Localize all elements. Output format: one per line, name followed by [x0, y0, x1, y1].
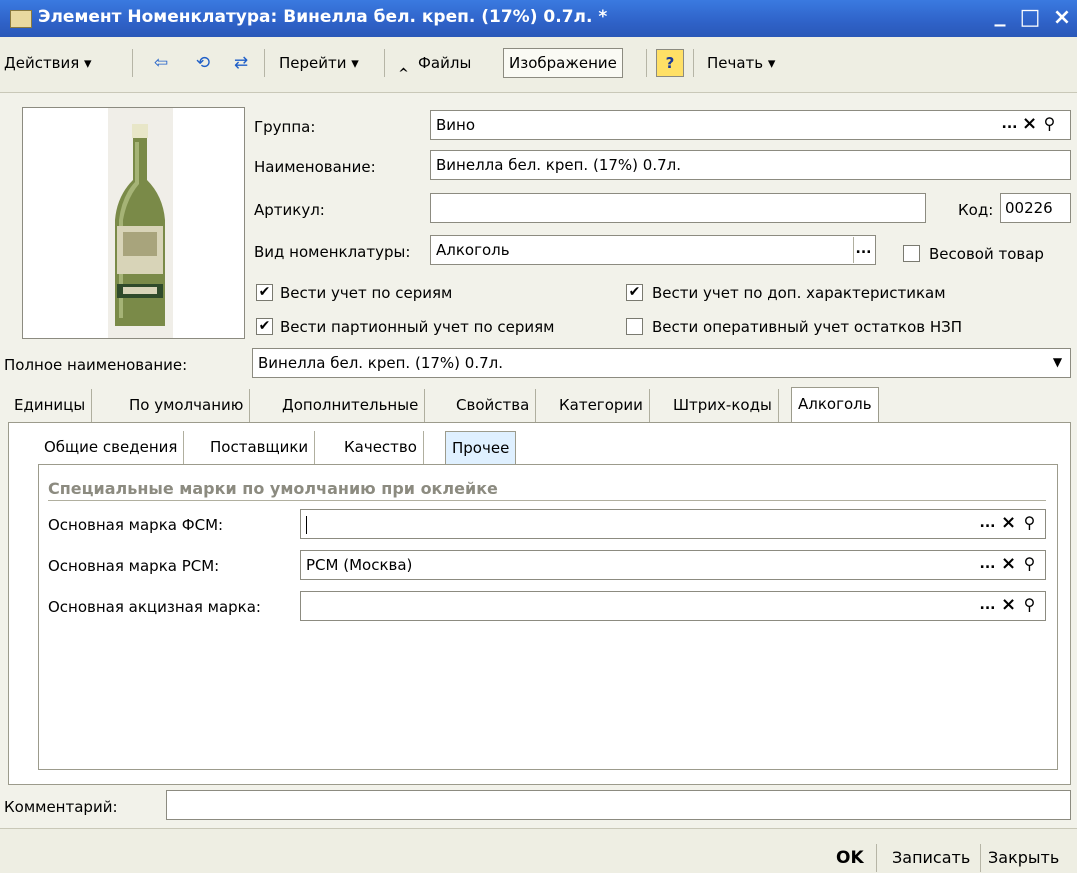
fullname-dropdown-icon[interactable]: ▼ — [1048, 350, 1067, 376]
rsm-label: Основная марка РСМ: — [48, 557, 220, 575]
actions-menu[interactable]: Действия ▾ — [4, 49, 92, 77]
ok-button[interactable]: OK — [836, 843, 864, 873]
section-divider — [48, 500, 1046, 501]
fullname-label: Полное наименование: — [4, 356, 188, 374]
fsm-clear-icon[interactable]: × — [999, 511, 1018, 537]
section-title: Специальные марки по умолчанию при оклей… — [48, 479, 498, 498]
close-button[interactable]: × — [1049, 5, 1075, 31]
fsm-select-button[interactable]: ... — [978, 511, 997, 537]
rsm-value: РСМ (Москва) — [306, 556, 413, 574]
series-label: Вести учет по сериям — [280, 284, 453, 302]
tab-defaults[interactable]: По умолчанию — [123, 389, 251, 423]
subtab-quality[interactable]: Качество — [338, 431, 424, 465]
fullname-field[interactable]: Винелла бел. креп. (17%) 0.7л. — [252, 348, 1071, 378]
image-button[interactable]: Изображение — [503, 48, 623, 78]
group-clear-icon[interactable]: × — [1020, 112, 1039, 138]
help-button[interactable]: ? — [656, 49, 684, 77]
close-form-button[interactable]: Закрыть — [988, 843, 1059, 873]
window-title: Элемент Номенклатура: Винелла бел. креп.… — [38, 7, 608, 27]
nzp-checkbox[interactable] — [626, 318, 643, 335]
rsm-clear-icon[interactable]: × — [999, 552, 1018, 578]
name-label: Наименование: — [254, 158, 376, 176]
kind-label: Вид номенклатуры: — [254, 243, 411, 261]
group-label: Группа: — [254, 118, 316, 136]
text-cursor — [306, 515, 307, 534]
window-app-icon — [10, 10, 32, 28]
arrow-left-icon[interactable]: ⇦ — [148, 50, 174, 76]
excise-select-button[interactable]: ... — [978, 593, 997, 619]
excise-clear-icon[interactable]: × — [999, 593, 1018, 619]
wine-bottle-image — [108, 108, 173, 338]
series-checkbox[interactable]: ✔ — [256, 284, 273, 301]
refresh-icon[interactable]: ⟲ — [190, 50, 216, 76]
code-label: Код: — [958, 201, 994, 219]
name-value: Винелла бел. креп. (17%) 0.7л. — [436, 156, 681, 174]
weight-checkbox[interactable] — [903, 245, 920, 262]
toolbar-separator — [132, 49, 133, 77]
group-select-button[interactable]: ... — [1000, 112, 1019, 138]
footer-separator — [980, 844, 981, 872]
name-field[interactable]: Винелла бел. креп. (17%) 0.7л. — [430, 150, 1071, 180]
fsm-label: Основная марка ФСМ: — [48, 516, 224, 534]
group-field[interactable]: Вино — [430, 110, 1071, 140]
toolbar: Действия ▾ ⇦ ⟲ ⇄ Перейти ▾ ‸ Файлы Изобр… — [0, 37, 1077, 93]
tab-categories[interactable]: Категории — [553, 389, 650, 423]
rsm-select-button[interactable]: ... — [978, 552, 997, 578]
batch-label: Вести партионный учет по сериям — [280, 318, 555, 336]
product-image[interactable] — [22, 107, 245, 339]
tab-alcohol[interactable]: Алкоголь — [791, 387, 879, 423]
subtab-other[interactable]: Прочее — [445, 431, 517, 465]
kind-select-button[interactable]: ... — [853, 237, 873, 263]
group-search-icon[interactable]: ⚲ — [1040, 112, 1059, 138]
save-button[interactable]: Записать — [892, 843, 970, 873]
toolbar-separator — [646, 49, 647, 77]
comment-field[interactable] — [166, 790, 1071, 820]
main-tabs: Единицы По умолчанию Дополнительные Свой… — [8, 387, 1071, 423]
excise-field[interactable] — [300, 591, 1046, 621]
code-field[interactable]: 00226 — [1000, 193, 1071, 223]
excise-search-icon[interactable]: ⚲ — [1020, 593, 1039, 619]
tab-units[interactable]: Единицы — [8, 389, 93, 423]
tab-barcodes[interactable]: Штрих-коды — [667, 389, 779, 423]
goto-menu[interactable]: Перейти ▾ — [279, 49, 359, 77]
article-label: Артикул: — [254, 201, 325, 219]
tab-properties[interactable]: Свойства — [450, 389, 537, 423]
files-button[interactable]: Файлы — [418, 49, 471, 77]
item-window: Элемент Номенклатура: Винелла бел. креп.… — [0, 0, 1077, 873]
toolbar-separator — [693, 49, 694, 77]
copy-icon[interactable]: ⇄ — [228, 50, 254, 76]
fsm-search-icon[interactable]: ⚲ — [1020, 511, 1039, 537]
subtab-general[interactable]: Общие сведения — [38, 431, 185, 465]
fsm-field[interactable] — [300, 509, 1046, 539]
footer-separator — [876, 844, 877, 872]
extchar-checkbox[interactable]: ✔ — [626, 284, 643, 301]
toolbar-separator — [384, 49, 385, 77]
fullname-value: Винелла бел. креп. (17%) 0.7л. — [258, 354, 503, 372]
code-value: 00226 — [1005, 199, 1053, 217]
batch-checkbox[interactable]: ✔ — [256, 318, 273, 335]
tab-additional[interactable]: Дополнительные — [276, 389, 426, 423]
excise-label: Основная акцизная марка: — [48, 598, 261, 616]
title-bar[interactable]: Элемент Номенклатура: Винелла бел. креп.… — [0, 0, 1077, 37]
nzp-label: Вести оперативный учет остатков НЗП — [652, 318, 963, 336]
rsm-field[interactable]: РСМ (Москва) — [300, 550, 1046, 580]
comment-label: Комментарий: — [4, 798, 118, 816]
maximize-button[interactable]: □ — [1017, 5, 1043, 31]
print-menu[interactable]: Печать ▾ — [707, 49, 775, 77]
footer-bar: OK Записать Закрыть — [0, 828, 1077, 873]
group-value: Вино — [436, 116, 476, 134]
minimize-button[interactable]: _ — [987, 2, 1013, 28]
article-field[interactable] — [430, 193, 926, 223]
paperclip-icon[interactable]: ‸ — [398, 49, 409, 77]
kind-value: Алкоголь — [436, 241, 510, 259]
subtab-suppliers[interactable]: Поставщики — [204, 431, 316, 465]
extchar-label: Вести учет по доп. характеристикам — [652, 284, 946, 302]
kind-field[interactable]: Алкоголь — [430, 235, 876, 265]
weight-label: Весовой товар — [929, 245, 1044, 263]
sub-tabs: Общие сведения Поставщики Качество Проче… — [38, 431, 1058, 465]
rsm-search-icon[interactable]: ⚲ — [1020, 552, 1039, 578]
toolbar-separator — [264, 49, 265, 77]
